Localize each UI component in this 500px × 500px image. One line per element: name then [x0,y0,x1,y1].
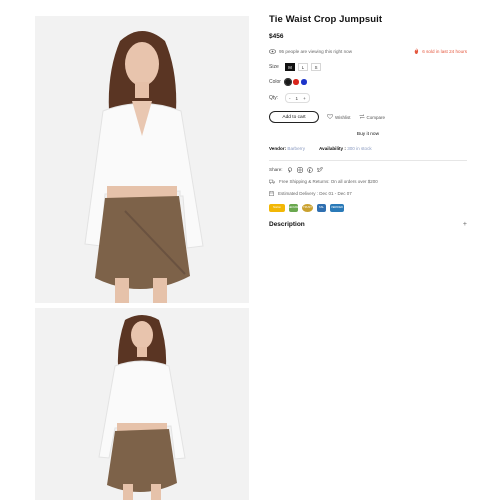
quantity-row: Qty: - 1 + [269,93,467,103]
share-row: Share: [269,166,467,173]
ssl-badge: SSL [317,203,326,212]
trust-badge: TRUST [302,203,313,212]
color-selector: Color [269,77,467,87]
heart-icon [326,114,334,120]
fire-icon [414,48,419,55]
product-image-main[interactable] [35,16,249,303]
vendor-label: Vendor: [269,146,287,151]
qty-label: Qty: [269,95,279,101]
share-label: Share: [269,167,283,173]
size-selector: Size M L S [269,63,467,71]
qty-plus-button[interactable]: + [303,96,306,101]
add-to-cart-button[interactable]: Add to cart [269,111,319,123]
quantity-stepper: - 1 + [285,93,310,103]
calendar-icon [269,190,274,197]
model-photo-1 [35,16,249,303]
delivery-row: Estimated Delivery : Dec 01 - Dec 07 [269,190,467,197]
description-toggle[interactable]: Description + [269,221,467,228]
shipping-row: Free Shipping & Returns: On all orders o… [269,179,467,185]
product-price: $456 [269,33,284,40]
viewing-row: 95 people are viewing this right now 6 s… [268,48,467,55]
eye-icon [268,48,277,55]
product-image-secondary[interactable] [35,308,249,500]
plus-icon[interactable]: + [463,221,467,228]
vendor-availability-row: Vendor: Barberry Availability : 300 in s… [269,146,467,151]
sold-text: 6 sold in last 24 hours [422,49,467,54]
color-swatch-black[interactable] [283,77,293,87]
mcafee-badge: SECURE [288,203,299,212]
color-label: Color [269,79,281,85]
instagram-icon[interactable] [296,166,303,173]
vendor-value[interactable]: Barberry [287,146,305,151]
availability-label: Availability : [319,146,346,151]
product-info-panel: Tie Waist Crop Jumpsuit $456 95 people a… [268,14,467,228]
model-photo-2 [35,308,249,500]
size-label: Size [269,64,279,70]
shipping-text: Free Shipping & Returns: On all orders o… [279,179,378,185]
compare-icon [358,114,365,120]
description-label: Description [269,220,305,228]
pinterest-icon[interactable] [287,167,293,173]
delivery-text: Estimated Delivery : Dec 01 - Dec 07 [278,191,352,197]
product-title: Tie Waist Crop Jumpsuit [269,14,383,25]
wishlist-label: Wishlist [335,114,351,120]
divider [269,160,467,161]
color-swatch-blue[interactable] [301,79,307,85]
compare-button[interactable]: Compare [358,114,386,120]
trust-badges: Norton SECURE TRUST SSL VERIFIED [269,203,467,212]
wishlist-button[interactable]: Wishlist [326,114,351,120]
verified-badge: VERIFIED [330,203,344,212]
twitter-icon[interactable] [316,166,323,173]
size-option-m[interactable]: M [285,63,295,71]
size-option-l[interactable]: L [298,63,308,71]
facebook-icon[interactable] [306,166,313,173]
color-swatch-red[interactable] [293,79,299,85]
action-row: Add to cart Wishlist Compare [269,111,467,123]
qty-minus-button[interactable]: - [289,96,291,101]
truck-icon [269,179,275,185]
buy-now-button[interactable]: Buy it now [269,132,467,137]
qty-value[interactable]: 1 [296,96,299,101]
availability-value: 300 in stock [347,146,372,151]
size-option-s[interactable]: S [311,63,321,71]
viewing-text: 95 people are viewing this right now [279,49,353,54]
compare-label: Compare [366,114,386,120]
norton-badge: Norton [269,203,285,212]
